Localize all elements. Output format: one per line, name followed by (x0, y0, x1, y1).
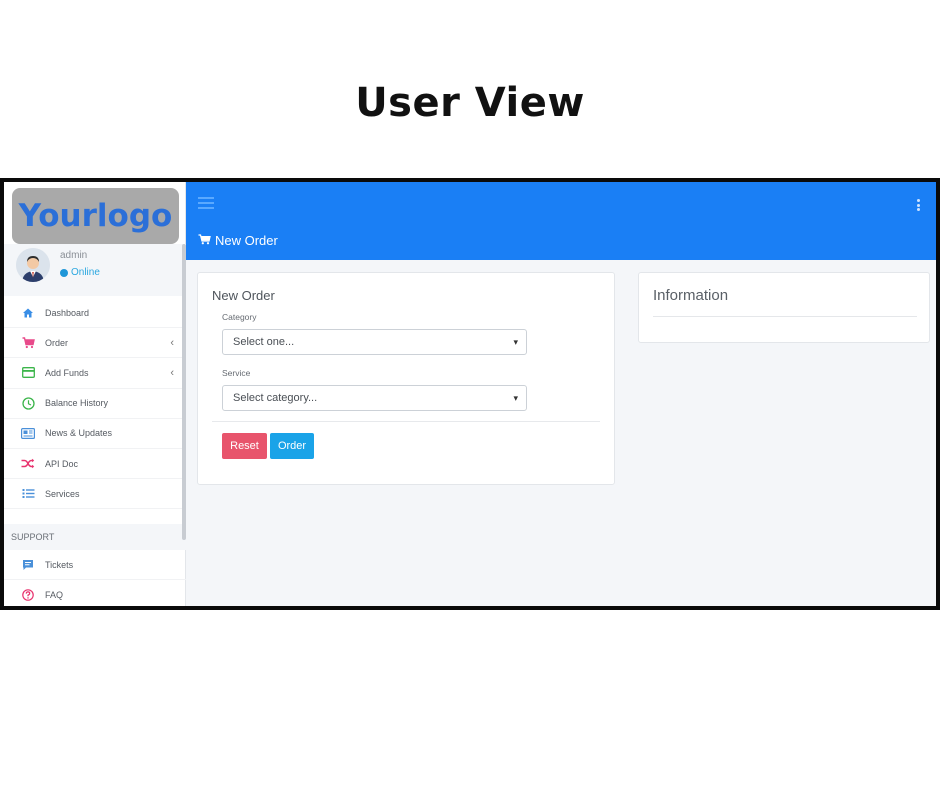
sidebar-item-services[interactable]: Services (4, 479, 186, 510)
app-screenshot: Yourlogo admin Online Dashboard Order ‹ … (0, 178, 940, 610)
user-status-label: Online (71, 267, 100, 278)
chevron-down-icon: ▾ (513, 337, 518, 347)
sidebar-item-label: Tickets (45, 559, 74, 570)
sidebar-item-label: API Doc (45, 458, 79, 469)
reset-button[interactable]: Reset (222, 433, 267, 459)
sidebar: Yourlogo admin Online Dashboard Order ‹ … (4, 182, 186, 606)
hamburger-menu-icon[interactable] (198, 197, 214, 209)
sidebar-item-label: Add Funds (45, 367, 89, 378)
question-icon (21, 588, 35, 602)
sidebar-item-label: Services (45, 488, 80, 499)
service-label: Service (222, 368, 251, 378)
sidebar-item-add-funds[interactable]: Add Funds ‹ (4, 358, 186, 389)
category-select[interactable]: Select one... ▾ (222, 329, 527, 355)
divider (653, 316, 917, 317)
user-name: admin (60, 250, 88, 261)
logo-text: Yourlogo (18, 198, 173, 234)
sidebar-nav: Dashboard Order ‹ Add Funds ‹ Balance Hi… (4, 298, 186, 510)
avatar (16, 248, 50, 282)
list-icon (21, 487, 35, 501)
sidebar-item-label: Order (45, 337, 69, 348)
logo[interactable]: Yourlogo (12, 188, 179, 244)
sidebar-item-order[interactable]: Order ‹ (4, 328, 186, 359)
cart-icon (198, 233, 211, 248)
support-nav: Tickets FAQ (4, 550, 186, 606)
support-section-header: SUPPORT (4, 524, 186, 550)
service-select[interactable]: Select category... ▾ (222, 385, 527, 411)
sidebar-item-news-updates[interactable]: News & Updates (4, 419, 186, 449)
information-card-title: Information (653, 287, 729, 304)
sidebar-item-tickets[interactable]: Tickets (4, 550, 186, 581)
sidebar-item-dashboard[interactable]: Dashboard (4, 298, 186, 329)
page-title-label: New Order (215, 233, 278, 248)
chevron-left-icon: ‹ (170, 336, 174, 349)
home-icon (21, 306, 35, 320)
sidebar-item-label: FAQ (45, 589, 64, 600)
service-select-value: Select category... (233, 392, 318, 404)
order-button[interactable]: Order (270, 433, 314, 459)
credit-card-icon (21, 366, 35, 380)
newspaper-icon (21, 426, 35, 440)
user-status: Online (60, 267, 100, 278)
page-title: New Order (198, 233, 278, 248)
more-options-icon[interactable] (917, 199, 920, 213)
sidebar-item-api-doc[interactable]: API Doc (4, 449, 186, 480)
clock-icon (21, 396, 35, 410)
information-card: Information (638, 272, 930, 343)
chevron-left-icon: ‹ (170, 366, 174, 379)
top-navbar: New Order (186, 182, 936, 260)
cart-icon (21, 336, 35, 350)
sidebar-item-balance-history[interactable]: Balance History (4, 389, 186, 419)
sidebar-item-faq[interactable]: FAQ (4, 580, 186, 606)
sidebar-item-label: Balance History (45, 398, 109, 409)
online-dot-icon (60, 268, 68, 277)
divider (212, 421, 600, 422)
sidebar-item-label: News & Updates (45, 428, 113, 439)
shuffle-icon (21, 457, 35, 471)
page-heading: User View (355, 80, 585, 126)
new-order-card: New Order Category Select one... ▾ Servi… (197, 272, 615, 485)
sidebar-scrollbar[interactable] (182, 244, 186, 540)
new-order-card-title: New Order (212, 288, 275, 303)
user-panel: admin Online (4, 244, 186, 296)
chat-icon (21, 558, 35, 572)
category-select-value: Select one... (233, 336, 295, 348)
chevron-down-icon: ▾ (513, 393, 518, 403)
category-label: Category (222, 312, 257, 322)
sidebar-item-label: Dashboard (45, 307, 90, 318)
